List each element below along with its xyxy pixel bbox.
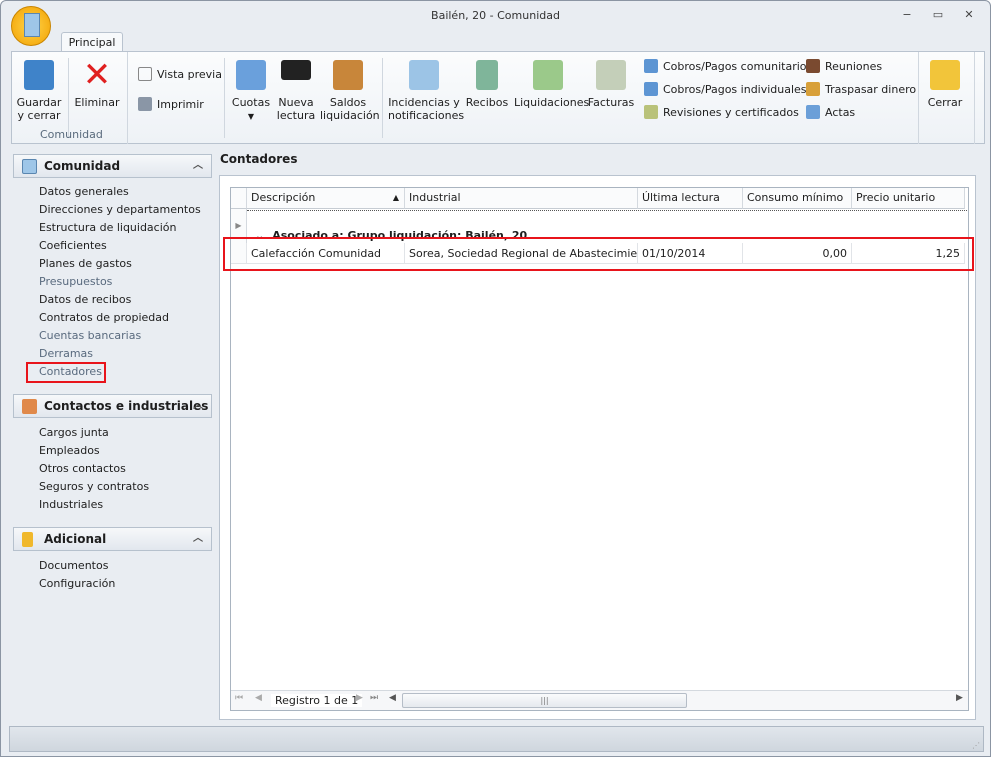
prev-record-icon[interactable]: ◀ bbox=[255, 693, 262, 703]
tab-principal[interactable]: Principal bbox=[61, 32, 123, 52]
sidebar: Comunidad ︿ Datos generales Direcciones y… bbox=[11, 151, 216, 721]
eliminar-button[interactable]: ✕ Eliminar bbox=[74, 55, 120, 109]
invoice-icon bbox=[596, 60, 626, 90]
actas-button[interactable]: Actas bbox=[806, 104, 855, 122]
sidebar-item-estructura[interactable]: Estructura de liquidación bbox=[39, 219, 176, 237]
recibos-button[interactable]: Recibos bbox=[464, 60, 510, 109]
app-window: Bailén, 20 - Comunidad − ▭ ✕ Principal G… bbox=[0, 0, 991, 757]
scales-icon bbox=[333, 60, 363, 90]
revisiones-button[interactable]: Revisiones y certificados bbox=[644, 104, 799, 122]
contacts-icon bbox=[22, 399, 37, 414]
sort-asc-icon: ▲ bbox=[392, 193, 399, 202]
next-record-icon[interactable]: ▶ bbox=[356, 693, 363, 703]
liquidaciones-button[interactable]: Liquidaciones bbox=[514, 60, 589, 109]
vista-previa-button[interactable]: Vista previa bbox=[138, 66, 222, 84]
column-header-precio-unitario[interactable]: Precio unitario bbox=[852, 188, 965, 209]
chevron-up-icon[interactable]: ︿ bbox=[193, 155, 203, 177]
first-record-icon[interactable]: ⏮ bbox=[235, 693, 243, 703]
highlight-row bbox=[223, 237, 974, 271]
sidebar-item-presupuestos[interactable]: Presupuestos bbox=[39, 273, 112, 291]
cobros-comunitarios-button[interactable]: Cobros/Pagos comunitarios bbox=[644, 58, 812, 76]
section-adicional-header[interactable]: Adicional ︿ bbox=[13, 527, 212, 551]
payments-icon bbox=[644, 82, 658, 96]
incidencias-button[interactable]: Incidencias y notificaciones bbox=[388, 60, 464, 122]
saldos-liquidacion-button[interactable]: Saldos liquidación bbox=[320, 60, 380, 122]
ribbon: Guardar y cerrar ✕ Eliminar Comunidad Vis… bbox=[11, 51, 985, 144]
people-icon bbox=[806, 59, 820, 73]
sidebar-item-cargos[interactable]: Cargos junta bbox=[39, 424, 109, 442]
scroll-left-icon[interactable]: ◀ bbox=[389, 693, 396, 703]
column-header-industrial[interactable]: Industrial bbox=[405, 188, 638, 209]
column-header-ultima-lectura[interactable]: Última lectura bbox=[638, 188, 743, 209]
sidebar-item-cuentas[interactable]: Cuentas bancarias bbox=[39, 327, 141, 345]
certificate-icon bbox=[644, 105, 658, 119]
section-comunidad-header[interactable]: Comunidad ︿ bbox=[13, 154, 212, 178]
sidebar-item-seguros[interactable]: Seguros y contratos bbox=[39, 478, 149, 496]
window-title: Bailén, 20 - Comunidad bbox=[431, 9, 560, 22]
building-icon bbox=[22, 159, 37, 174]
sidebar-item-otros[interactable]: Otros contactos bbox=[39, 460, 126, 478]
group-label-comunidad: Comunidad bbox=[40, 128, 103, 141]
cuotas-button[interactable]: Cuotas ▼ bbox=[230, 60, 272, 123]
maximize-button[interactable]: ▭ bbox=[928, 7, 948, 23]
sidebar-item-contratos[interactable]: Contratos de propiedad bbox=[39, 309, 169, 327]
horizontal-scrollbar-thumb[interactable]: ||| bbox=[402, 693, 687, 708]
sidebar-item-planes[interactable]: Planes de gastos bbox=[39, 255, 132, 273]
calendar-coins-icon bbox=[236, 60, 266, 90]
page-title: Contadores bbox=[220, 152, 298, 166]
sidebar-item-documentos[interactable]: Documentos bbox=[39, 557, 108, 575]
minutes-icon bbox=[806, 105, 820, 119]
status-bar: ⋰ bbox=[9, 726, 984, 752]
column-header-descripcion[interactable]: Descripción ▲ bbox=[247, 188, 405, 209]
sidebar-item-direcciones[interactable]: Direcciones y departamentos bbox=[39, 201, 201, 219]
cobros-individuales-button[interactable]: Cobros/Pagos individuales bbox=[644, 81, 807, 99]
delete-icon: ✕ bbox=[82, 55, 112, 95]
sidebar-item-datos-recibos[interactable]: Datos de recibos bbox=[39, 291, 131, 309]
dropdown-arrow-icon: ▼ bbox=[247, 112, 255, 121]
receipt-icon bbox=[476, 60, 498, 90]
minimize-button[interactable]: − bbox=[897, 7, 917, 23]
database-icon bbox=[22, 532, 33, 547]
folder-exit-icon bbox=[930, 60, 960, 90]
guardar-cerrar-button[interactable]: Guardar y cerrar bbox=[16, 60, 62, 122]
sidebar-item-configuracion[interactable]: Configuración bbox=[39, 575, 115, 593]
payments-icon bbox=[644, 59, 658, 73]
resize-grip-icon[interactable]: ⋰ bbox=[972, 741, 980, 750]
chevron-up-icon[interactable]: ︿ bbox=[193, 395, 203, 417]
preview-icon bbox=[138, 67, 152, 81]
sidebar-item-datos-generales[interactable]: Datos generales bbox=[39, 183, 129, 201]
last-record-icon[interactable]: ⏭ bbox=[370, 693, 378, 703]
printer-icon bbox=[138, 97, 152, 111]
sidebar-item-industriales[interactable]: Industriales bbox=[39, 496, 103, 514]
grid-navigator: ⏮ ◀ Registro 1 de 1 ▶ ⏭ ◀ ||| ▶ bbox=[231, 690, 968, 710]
sidebar-item-derramas[interactable]: Derramas bbox=[39, 345, 93, 363]
facturas-button[interactable]: Facturas bbox=[586, 60, 636, 109]
notifications-icon bbox=[409, 60, 439, 90]
sidebar-item-empleados[interactable]: Empleados bbox=[39, 442, 100, 460]
highlight-contadores bbox=[26, 362, 106, 383]
imprimir-button[interactable]: Imprimir bbox=[138, 96, 204, 114]
money-transfer-icon bbox=[806, 82, 820, 96]
counter-icon bbox=[281, 60, 311, 80]
sidebar-item-coeficientes[interactable]: Coeficientes bbox=[39, 237, 107, 255]
cerrar-button[interactable]: Cerrar bbox=[924, 60, 966, 109]
column-header-consumo-minimo[interactable]: Consumo mínimo bbox=[743, 188, 852, 209]
section-contactos-header[interactable]: Contactos e industriales ︿ bbox=[13, 394, 212, 418]
close-window-button[interactable]: ✕ bbox=[959, 7, 979, 23]
liquidation-icon bbox=[533, 60, 563, 90]
traspasar-button[interactable]: Traspasar dinero bbox=[806, 81, 916, 99]
reuniones-button[interactable]: Reuniones bbox=[806, 58, 882, 76]
record-counter: Registro 1 de 1 bbox=[271, 694, 363, 707]
nueva-lectura-button[interactable]: Nueva lectura bbox=[276, 60, 316, 122]
save-icon bbox=[24, 60, 54, 90]
chevron-up-icon[interactable]: ︿ bbox=[193, 528, 203, 550]
scroll-right-icon[interactable]: ▶ bbox=[956, 693, 963, 703]
